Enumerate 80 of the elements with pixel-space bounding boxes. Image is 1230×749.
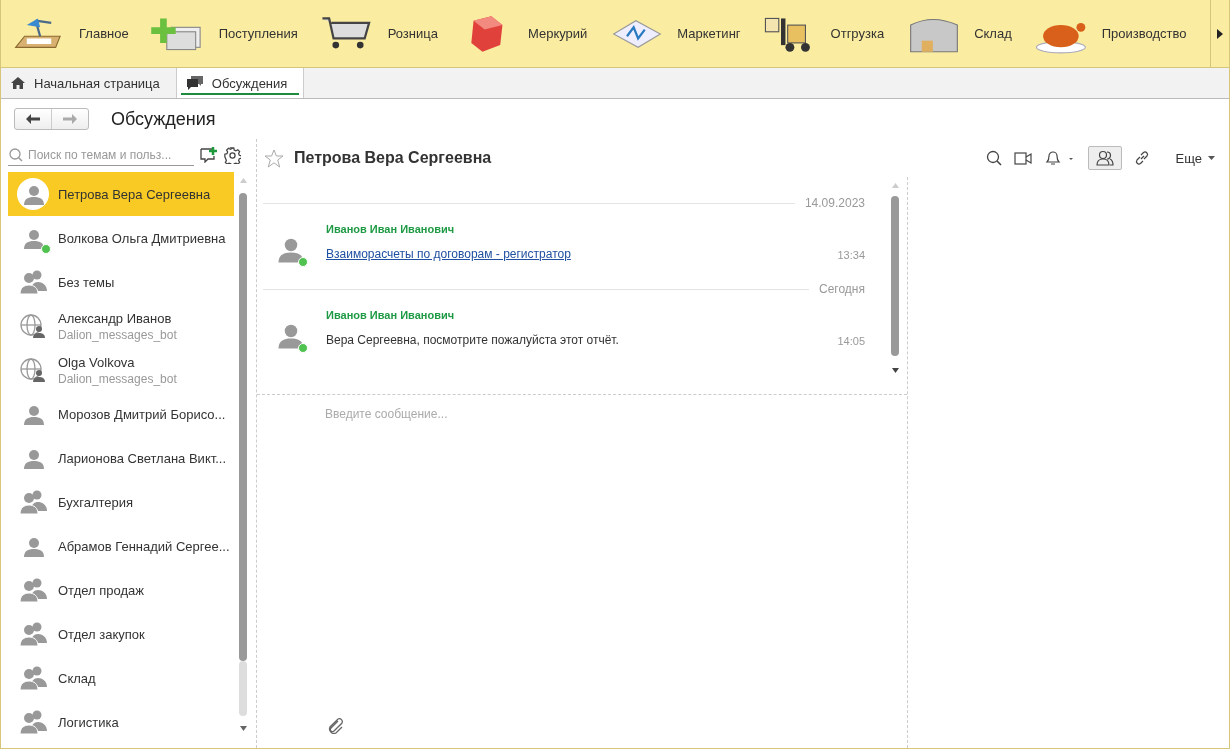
- conversation-item[interactable]: Морозов Дмитрий Борисо...: [8, 392, 234, 436]
- scroll-down-icon[interactable]: [891, 368, 899, 373]
- conversation-item[interactable]: Склад: [8, 656, 234, 700]
- conversation-name: Olga Volkova: [58, 354, 136, 370]
- page-title: Обсуждения: [111, 108, 216, 130]
- new-chat-icon[interactable]: [200, 147, 218, 163]
- section-link[interactable]: Розница: [319, 13, 438, 54]
- conversation-item[interactable]: Логистика: [8, 700, 234, 744]
- conversation-name: Без темы: [58, 274, 115, 290]
- conversation-item[interactable]: Абрамов Геннадий Сергее...: [8, 524, 234, 568]
- conversation-item[interactable]: Без темы: [8, 260, 234, 304]
- link-icon[interactable]: [1133, 150, 1150, 166]
- page-tab[interactable]: Начальная страница: [1, 68, 177, 98]
- more-menu-button[interactable]: Еще: [1171, 150, 1219, 166]
- search-icon[interactable]: [985, 150, 1002, 166]
- chat-title: Петрова Вера Сергеевна: [294, 149, 492, 167]
- message-author: Иванов Иван Иванович: [326, 223, 456, 235]
- paperclip-icon[interactable]: [327, 718, 345, 734]
- star-icon[interactable]: [264, 148, 284, 168]
- section-link[interactable]: Маркетинг: [609, 13, 741, 54]
- home-icon: [11, 77, 25, 89]
- cube-icon: [471, 15, 503, 52]
- message-time: 14:05: [837, 335, 865, 347]
- message-text: Вера Сергеевна, посмотрите пожалуйста этот отчёт.: [326, 333, 619, 347]
- message-link[interactable]: Взаиморасчеты по договорам - регистратор: [326, 247, 571, 261]
- message-author: Иванов Иван Иванович: [326, 309, 456, 321]
- conversation-item[interactable]: Александр Иванов Dalion_messages_bot: [8, 304, 234, 348]
- date-separator: 14.09.2023: [804, 196, 865, 210]
- warehouse-icon: [910, 18, 958, 52]
- conversation-subtitle: Dalion_messages_bot: [58, 371, 177, 386]
- section-link[interactable]: Главное: [11, 13, 129, 54]
- conversation-item[interactable]: Olga Volkova Dalion_messages_bot: [8, 348, 234, 392]
- conversation-item[interactable]: Волкова Ольга Дмитриевна: [8, 216, 234, 260]
- conversation-item[interactable]: Отдел продаж: [8, 568, 234, 612]
- members-button[interactable]: [1087, 146, 1122, 170]
- conversation-name: Отдел продаж: [58, 582, 144, 598]
- section-link[interactable]: Отгрузка: [762, 13, 885, 54]
- right-arrow-icon: [63, 114, 77, 124]
- section-link[interactable]: Меркурий: [459, 13, 588, 54]
- speech-bubbles-icon: [186, 76, 203, 90]
- section-link[interactable]: Поступления: [150, 13, 298, 54]
- left-arrow-icon: [26, 114, 40, 124]
- conversation-name: Морозов Дмитрий Борисо...: [58, 406, 226, 422]
- desk-lamp-icon: [14, 17, 61, 48]
- section-link[interactable]: Склад: [906, 13, 1012, 54]
- documents-plus-icon: [150, 17, 201, 50]
- date-separator: Сегодня: [819, 282, 865, 296]
- conversation-item[interactable]: Бухгалтерия: [8, 480, 234, 524]
- video-camera-icon[interactable]: [1013, 151, 1032, 165]
- roast-turkey-icon: [1035, 22, 1086, 53]
- conversation-name: Абрамов Геннадий Сергее...: [58, 538, 230, 554]
- conversation-name: Александр Иванов: [58, 310, 173, 326]
- conversation-name: Бухгалтерия: [58, 494, 134, 510]
- page-tab[interactable]: Обсуждения: [176, 68, 305, 98]
- caret-icon: [1208, 156, 1215, 160]
- conversation-name: Волкова Ольга Дмитриевна: [58, 230, 226, 246]
- scroll-down-icon[interactable]: [239, 726, 247, 731]
- search-field[interactable]: Поиск по темам и польз...: [8, 144, 194, 166]
- conversation-name: Логистика: [58, 714, 119, 730]
- conversation-name: Петрова Вера Сергеевна: [58, 186, 211, 202]
- forklift-icon: [764, 17, 810, 52]
- scrollbar-thumb[interactable]: [891, 196, 899, 356]
- conversation-item[interactable]: Отдел закупок: [8, 612, 234, 656]
- search-icon: [9, 148, 23, 162]
- message-time: 13:34: [837, 249, 865, 261]
- conversation-name: Ларионова Светлана Викт...: [58, 450, 227, 466]
- person-avatar-icon: [17, 178, 49, 210]
- scrollbar-thumb[interactable]: [239, 193, 247, 661]
- conversation-item[interactable]: Ларионова Светлана Викт...: [8, 436, 234, 480]
- people-icon: [1095, 150, 1114, 166]
- conversation-name: Отдел закупок: [58, 626, 145, 642]
- settings-icon[interactable]: [224, 146, 241, 164]
- section-link[interactable]: Производство: [1033, 13, 1187, 54]
- scroll-right-icon[interactable]: [1217, 28, 1223, 39]
- conversation-name: Склад: [58, 670, 96, 686]
- conversation-item[interactable]: Петрова Вера Сергеевна: [8, 172, 234, 216]
- bell-dropdown-icon[interactable]: [1043, 150, 1076, 166]
- shopping-cart-icon: [321, 16, 371, 48]
- conversation-subtitle: Dalion_messages_bot: [58, 327, 177, 342]
- chart-sheet-icon: [612, 19, 662, 48]
